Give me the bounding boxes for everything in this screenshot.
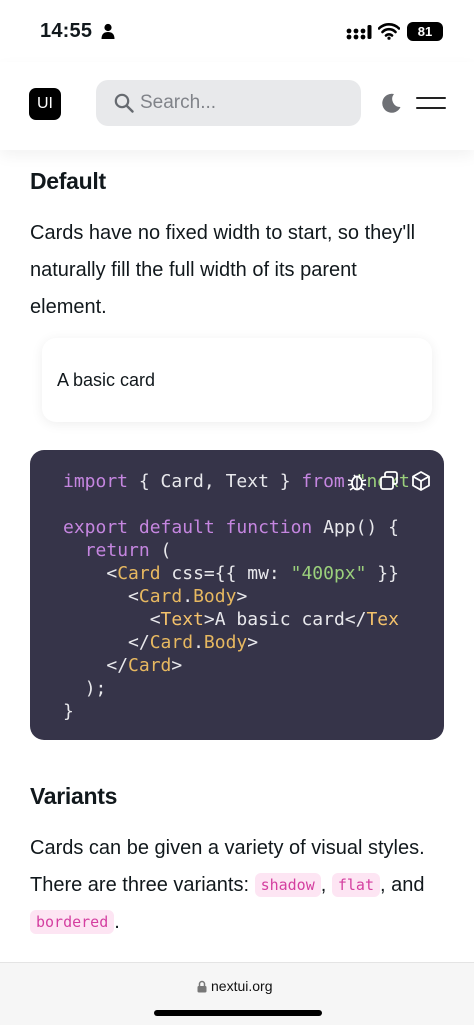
- url-bar[interactable]: nextui.org: [211, 978, 272, 994]
- cube-icon[interactable]: [410, 470, 432, 492]
- text-span: , and: [380, 874, 425, 896]
- text-span: .: [114, 911, 120, 933]
- menu-icon[interactable]: [416, 94, 446, 112]
- code-token: >: [171, 655, 183, 676]
- code-token: <: [128, 586, 139, 607]
- code-token: .: [193, 632, 204, 653]
- search-placeholder: Search...: [140, 92, 217, 113]
- section-heading-variants: Variants: [30, 783, 118, 809]
- code-token: <: [106, 563, 118, 584]
- default-description-line: element.: [30, 296, 107, 318]
- code-token: (: [149, 540, 172, 561]
- code-token: Tex: [366, 609, 399, 630]
- person-icon: [101, 23, 115, 39]
- code-token: >: [247, 632, 259, 653]
- code-token: <: [149, 609, 161, 630]
- code-token: "400px": [290, 563, 367, 584]
- code-bordered: bordered: [30, 910, 115, 934]
- variants-description-line: Cards can be given a variety of visual s…: [30, 837, 425, 859]
- battery-icon: 81: [407, 22, 443, 41]
- code-token: from: [301, 471, 345, 492]
- moon-icon[interactable]: [380, 92, 402, 114]
- default-description-line: Cards have no fixed width to start, so t…: [30, 222, 416, 244]
- code-shadow: shadow: [254, 873, 321, 897]
- status-time: 14:55: [40, 20, 93, 42]
- variants-description-line: There are three variants: shadow, flat, …: [30, 867, 450, 904]
- navbar: UI Search...: [0, 62, 474, 150]
- copy-icon[interactable]: [378, 470, 400, 492]
- section-heading-default: Default: [30, 168, 106, 194]
- code-token: return: [84, 540, 150, 561]
- code-flat: flat: [331, 873, 380, 897]
- code-token: Body: [193, 586, 237, 607]
- code-token: css={{ mw:: [160, 563, 291, 584]
- code-token: Card: [117, 563, 161, 584]
- card-text: A basic card: [57, 370, 156, 390]
- code-token: </: [106, 655, 129, 676]
- code-token: );: [84, 678, 107, 699]
- search-icon: [114, 93, 134, 113]
- code-token: .: [182, 586, 194, 607]
- home-indicator[interactable]: [154, 1010, 322, 1016]
- browser-bottom-bar: nextui.org: [0, 962, 474, 1025]
- code-token: import: [63, 471, 129, 492]
- wifi-icon: [378, 23, 400, 40]
- code-token: Card: [138, 586, 183, 607]
- code-token: >: [236, 586, 248, 607]
- code-token: >A basic card</: [203, 609, 367, 630]
- code-token: { Card, Text }: [128, 471, 302, 492]
- search-input[interactable]: Search...: [96, 80, 361, 126]
- default-description: Cards have no fixed width to start, so t…: [30, 215, 450, 326]
- code-content: import { Card, Text } from "next export …: [63, 470, 410, 723]
- code-token: Card: [128, 655, 172, 676]
- variants-description-line: bordered.: [30, 904, 450, 941]
- text-span: ,: [320, 874, 332, 896]
- default-description-line: naturally fill the full width of its par…: [30, 259, 357, 281]
- logo[interactable]: UI: [29, 88, 61, 120]
- code-block[interactable]: import { Card, Text } from "next export …: [30, 450, 444, 740]
- code-token: </: [128, 632, 150, 653]
- code-token: App() {: [312, 517, 399, 538]
- variants-description: Cards can be given a variety of visual s…: [30, 830, 450, 941]
- code-token: Text: [160, 609, 204, 630]
- basic-card-preview: A basic card: [42, 338, 432, 422]
- status-bar: 14:55 81: [0, 0, 474, 62]
- bug-icon[interactable]: [346, 470, 368, 492]
- text-span: There are three variants:: [30, 874, 255, 896]
- code-token: }: [63, 701, 74, 722]
- code-token: Body: [203, 632, 248, 653]
- signal-icon: [346, 25, 372, 40]
- code-token: Card: [149, 632, 194, 653]
- lock-icon: [197, 980, 207, 993]
- code-token: export default function: [63, 517, 313, 538]
- code-token: }}: [366, 563, 399, 584]
